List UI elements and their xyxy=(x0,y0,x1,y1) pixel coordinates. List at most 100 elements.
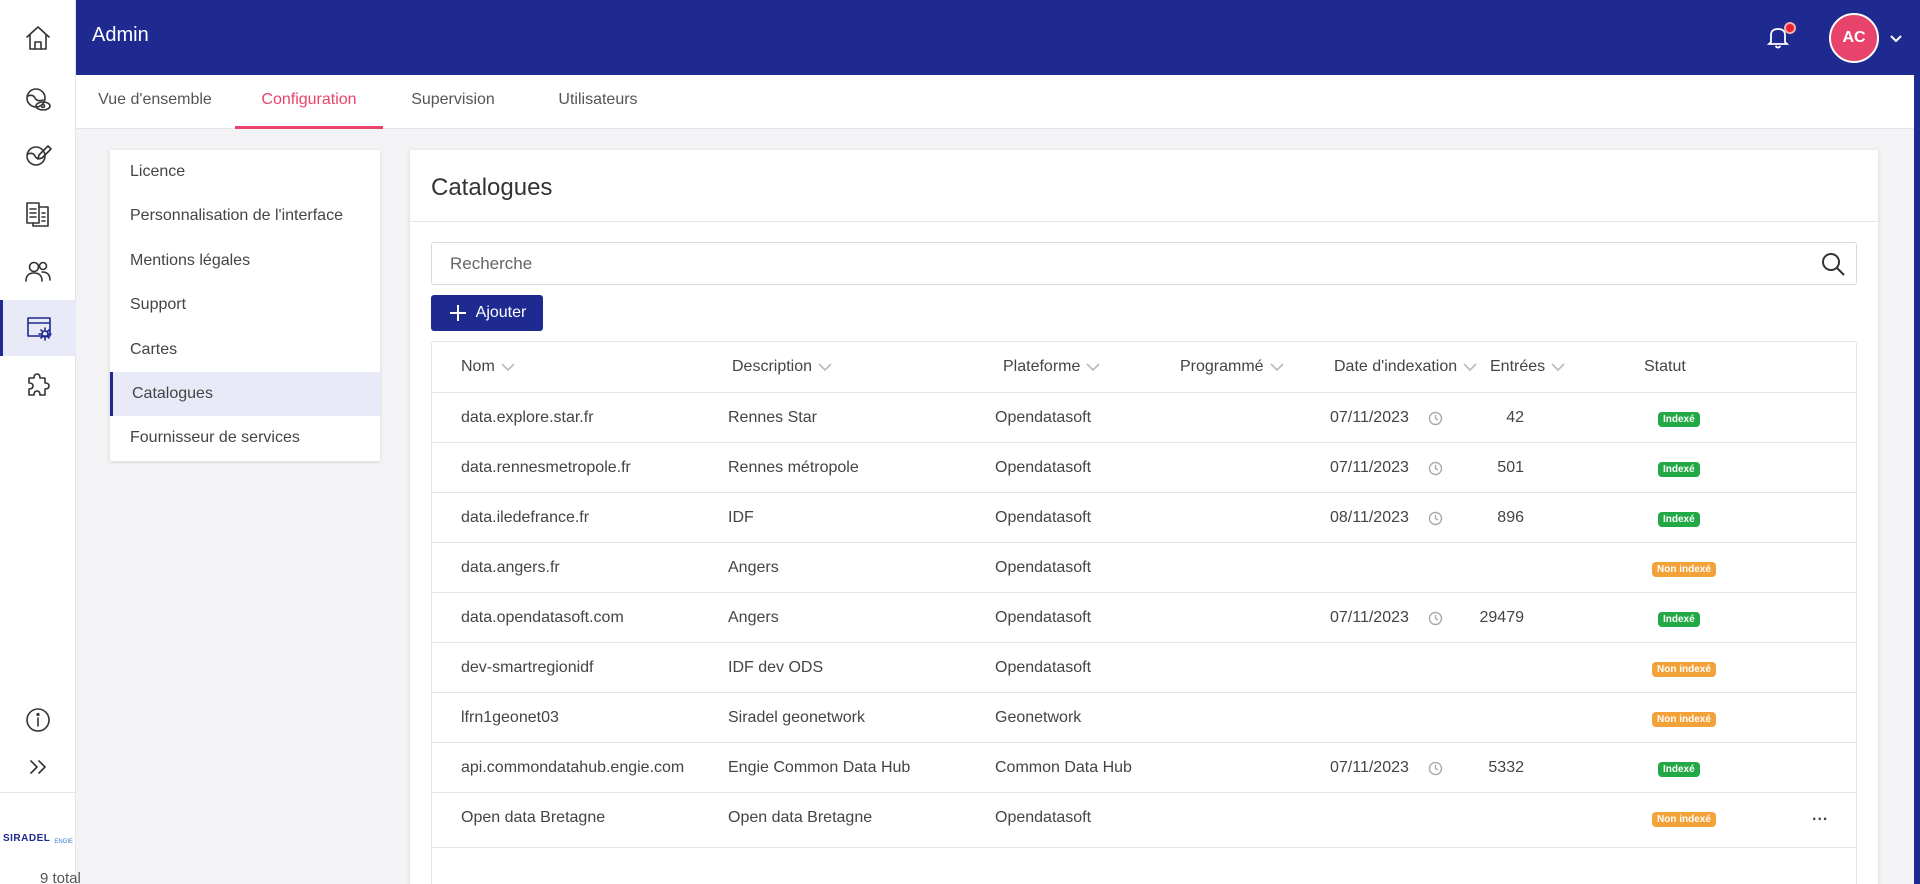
chevron-down-icon[interactable] xyxy=(1888,30,1904,46)
puzzle-icon[interactable] xyxy=(0,357,76,413)
add-button[interactable]: Ajouter xyxy=(431,295,543,331)
table-row[interactable]: Open data Bretagne Open data Bretagne Open… xyxy=(432,793,1856,848)
globe-eye-icon[interactable] xyxy=(0,72,76,128)
header-entrees-label: Entrées xyxy=(1490,358,1546,375)
cell-date: 07/11/2023 xyxy=(1330,459,1409,476)
more-actions-icon[interactable]: ... xyxy=(1812,807,1836,827)
cell-nom: data.rennesmetropole.fr xyxy=(461,459,631,476)
page-title: Catalogues xyxy=(431,174,553,201)
clock-icon[interactable] xyxy=(1428,511,1443,526)
globe-edit-icon[interactable] xyxy=(0,128,76,184)
cell-nom: lfrn1geonet03 xyxy=(461,709,559,726)
notification-dot xyxy=(1784,22,1796,34)
divider xyxy=(410,221,1878,222)
tab-configuration[interactable]: Configuration xyxy=(235,75,383,129)
cell-plateforme: Common Data Hub xyxy=(995,759,1132,776)
users-icon[interactable] xyxy=(0,243,76,299)
expand-icon[interactable] xyxy=(0,739,76,795)
status-badge: Non indexé xyxy=(1652,712,1716,727)
clock-icon[interactable] xyxy=(1428,761,1443,776)
table-row[interactable]: data.opendatasoft.com Angers Opendatasoft 0… xyxy=(432,593,1856,643)
cell-entrees: 42 xyxy=(1506,409,1524,426)
menu-item-licence[interactable]: Licence xyxy=(110,150,380,194)
cell-plateforme: Opendatasoft xyxy=(995,809,1092,826)
left-rail: SIRADEL ENGIE xyxy=(0,0,76,884)
menu-item-cartes[interactable]: Cartes xyxy=(110,328,380,372)
cell-description: Rennes Star xyxy=(728,409,817,426)
table-row[interactable]: data.explore.star.fr Rennes Star Opendatas… xyxy=(432,393,1856,443)
cell-entrees: 501 xyxy=(1497,459,1524,476)
header-statut: Statut xyxy=(1644,358,1686,376)
table-row[interactable]: data.iledefrance.fr IDF Opendatasoft 08/11/… xyxy=(432,493,1856,543)
header-programme[interactable]: Programmé xyxy=(1180,358,1284,376)
tab-supervision[interactable]: Supervision xyxy=(383,75,523,129)
menu-item-catalogues[interactable]: Catalogues xyxy=(110,372,380,416)
header-nom[interactable]: Nom xyxy=(461,358,515,376)
sort-chevron-icon xyxy=(818,363,832,372)
menu-item-personnalisation[interactable]: Personnalisation de l'interface xyxy=(110,194,380,238)
catalogues-table: Nom Description Plateforme Programmé Dat… xyxy=(431,341,1857,884)
home-icon[interactable] xyxy=(0,10,76,66)
header-description-label: Description xyxy=(732,358,813,375)
app-title: Admin xyxy=(92,24,149,46)
cell-entrees: 896 xyxy=(1497,509,1524,526)
header-plateforme-label: Plateforme xyxy=(1003,358,1081,375)
cell-plateforme: Opendatasoft xyxy=(995,559,1092,576)
logo-text: SIRADEL xyxy=(2,833,51,844)
header-date-label: Date d'indexation xyxy=(1334,358,1458,375)
total-count: 9 total xyxy=(40,870,81,884)
header-description[interactable]: Description xyxy=(732,358,832,376)
search-icon[interactable] xyxy=(1820,251,1846,277)
tab-utilisateurs[interactable]: Utilisateurs xyxy=(523,75,673,129)
cell-entrees: 5332 xyxy=(1488,759,1524,776)
status-badge: Non indexé xyxy=(1652,812,1716,827)
menu-item-support[interactable]: Support xyxy=(110,283,380,327)
cell-description: Engie Common Data Hub xyxy=(728,759,911,776)
tab-vue-ensemble[interactable]: Vue d'ensemble xyxy=(76,75,234,129)
clock-icon[interactable] xyxy=(1428,611,1443,626)
search-box xyxy=(431,242,1857,285)
status-badge: Non indexé xyxy=(1652,662,1716,677)
scrollbar[interactable] xyxy=(1914,0,1920,884)
clock-icon[interactable] xyxy=(1428,411,1443,426)
clock-icon[interactable] xyxy=(1428,461,1443,476)
table-row[interactable]: data.angers.fr Angers Opendatasoft Non inde… xyxy=(432,543,1856,593)
avatar[interactable]: AC xyxy=(1829,13,1879,63)
header-plateforme[interactable]: Plateforme xyxy=(1003,358,1100,376)
status-badge: Indexé xyxy=(1658,762,1700,777)
cell-plateforme: Opendatasoft xyxy=(995,659,1092,676)
table-row[interactable]: api.commondatahub.engie.com Engie Common … xyxy=(432,743,1856,793)
sort-chevron-icon xyxy=(501,363,515,372)
sort-chevron-icon xyxy=(1086,363,1100,372)
notification-bell-icon[interactable] xyxy=(1764,22,1796,52)
documents-icon[interactable] xyxy=(0,186,76,242)
header-nom-label: Nom xyxy=(461,358,495,375)
logo-sub: ENGIE xyxy=(54,838,74,845)
cell-nom: data.angers.fr xyxy=(461,559,560,576)
plus-icon xyxy=(449,305,466,321)
header-date[interactable]: Date d'indexation xyxy=(1334,358,1477,376)
sort-chevron-icon xyxy=(1270,363,1284,372)
status-badge: Indexé xyxy=(1658,612,1700,627)
table-row[interactable]: dev-smartregionidf IDF dev ODS Opendatasof… xyxy=(432,643,1856,693)
cell-plateforme: Opendatasoft xyxy=(995,609,1092,626)
menu-item-mentions[interactable]: Mentions légales xyxy=(110,239,380,283)
cell-description: Angers xyxy=(728,609,779,626)
status-badge: Non indexé xyxy=(1652,562,1716,577)
cell-nom: api.commondatahub.engie.com xyxy=(461,759,685,776)
cell-nom: Open data Bretagne xyxy=(461,809,606,826)
catalogues-panel: Catalogues Ajouter Nom Description Plate… xyxy=(410,150,1878,884)
cell-description: Rennes métropole xyxy=(728,459,859,476)
cell-description: Open data Bretagne xyxy=(728,809,873,826)
cell-plateforme: Opendatasoft xyxy=(995,509,1092,526)
table-row[interactable]: lfrn1geonet03 Siradel geonetwork Geonetwor… xyxy=(432,693,1856,743)
cell-plateforme: Geonetwork xyxy=(995,709,1082,726)
table-row[interactable]: data.rennesmetropole.fr Rennes métropole O… xyxy=(432,443,1856,493)
admin-settings-icon[interactable] xyxy=(0,300,76,356)
cell-description: IDF xyxy=(728,509,754,526)
header-entrees[interactable]: Entrées xyxy=(1490,358,1565,376)
cell-nom: dev-smartregionidf xyxy=(461,659,594,676)
search-input[interactable] xyxy=(432,243,1792,284)
menu-item-fournisseur[interactable]: Fournisseur de services xyxy=(110,416,380,460)
cell-date: 07/11/2023 xyxy=(1330,759,1409,776)
